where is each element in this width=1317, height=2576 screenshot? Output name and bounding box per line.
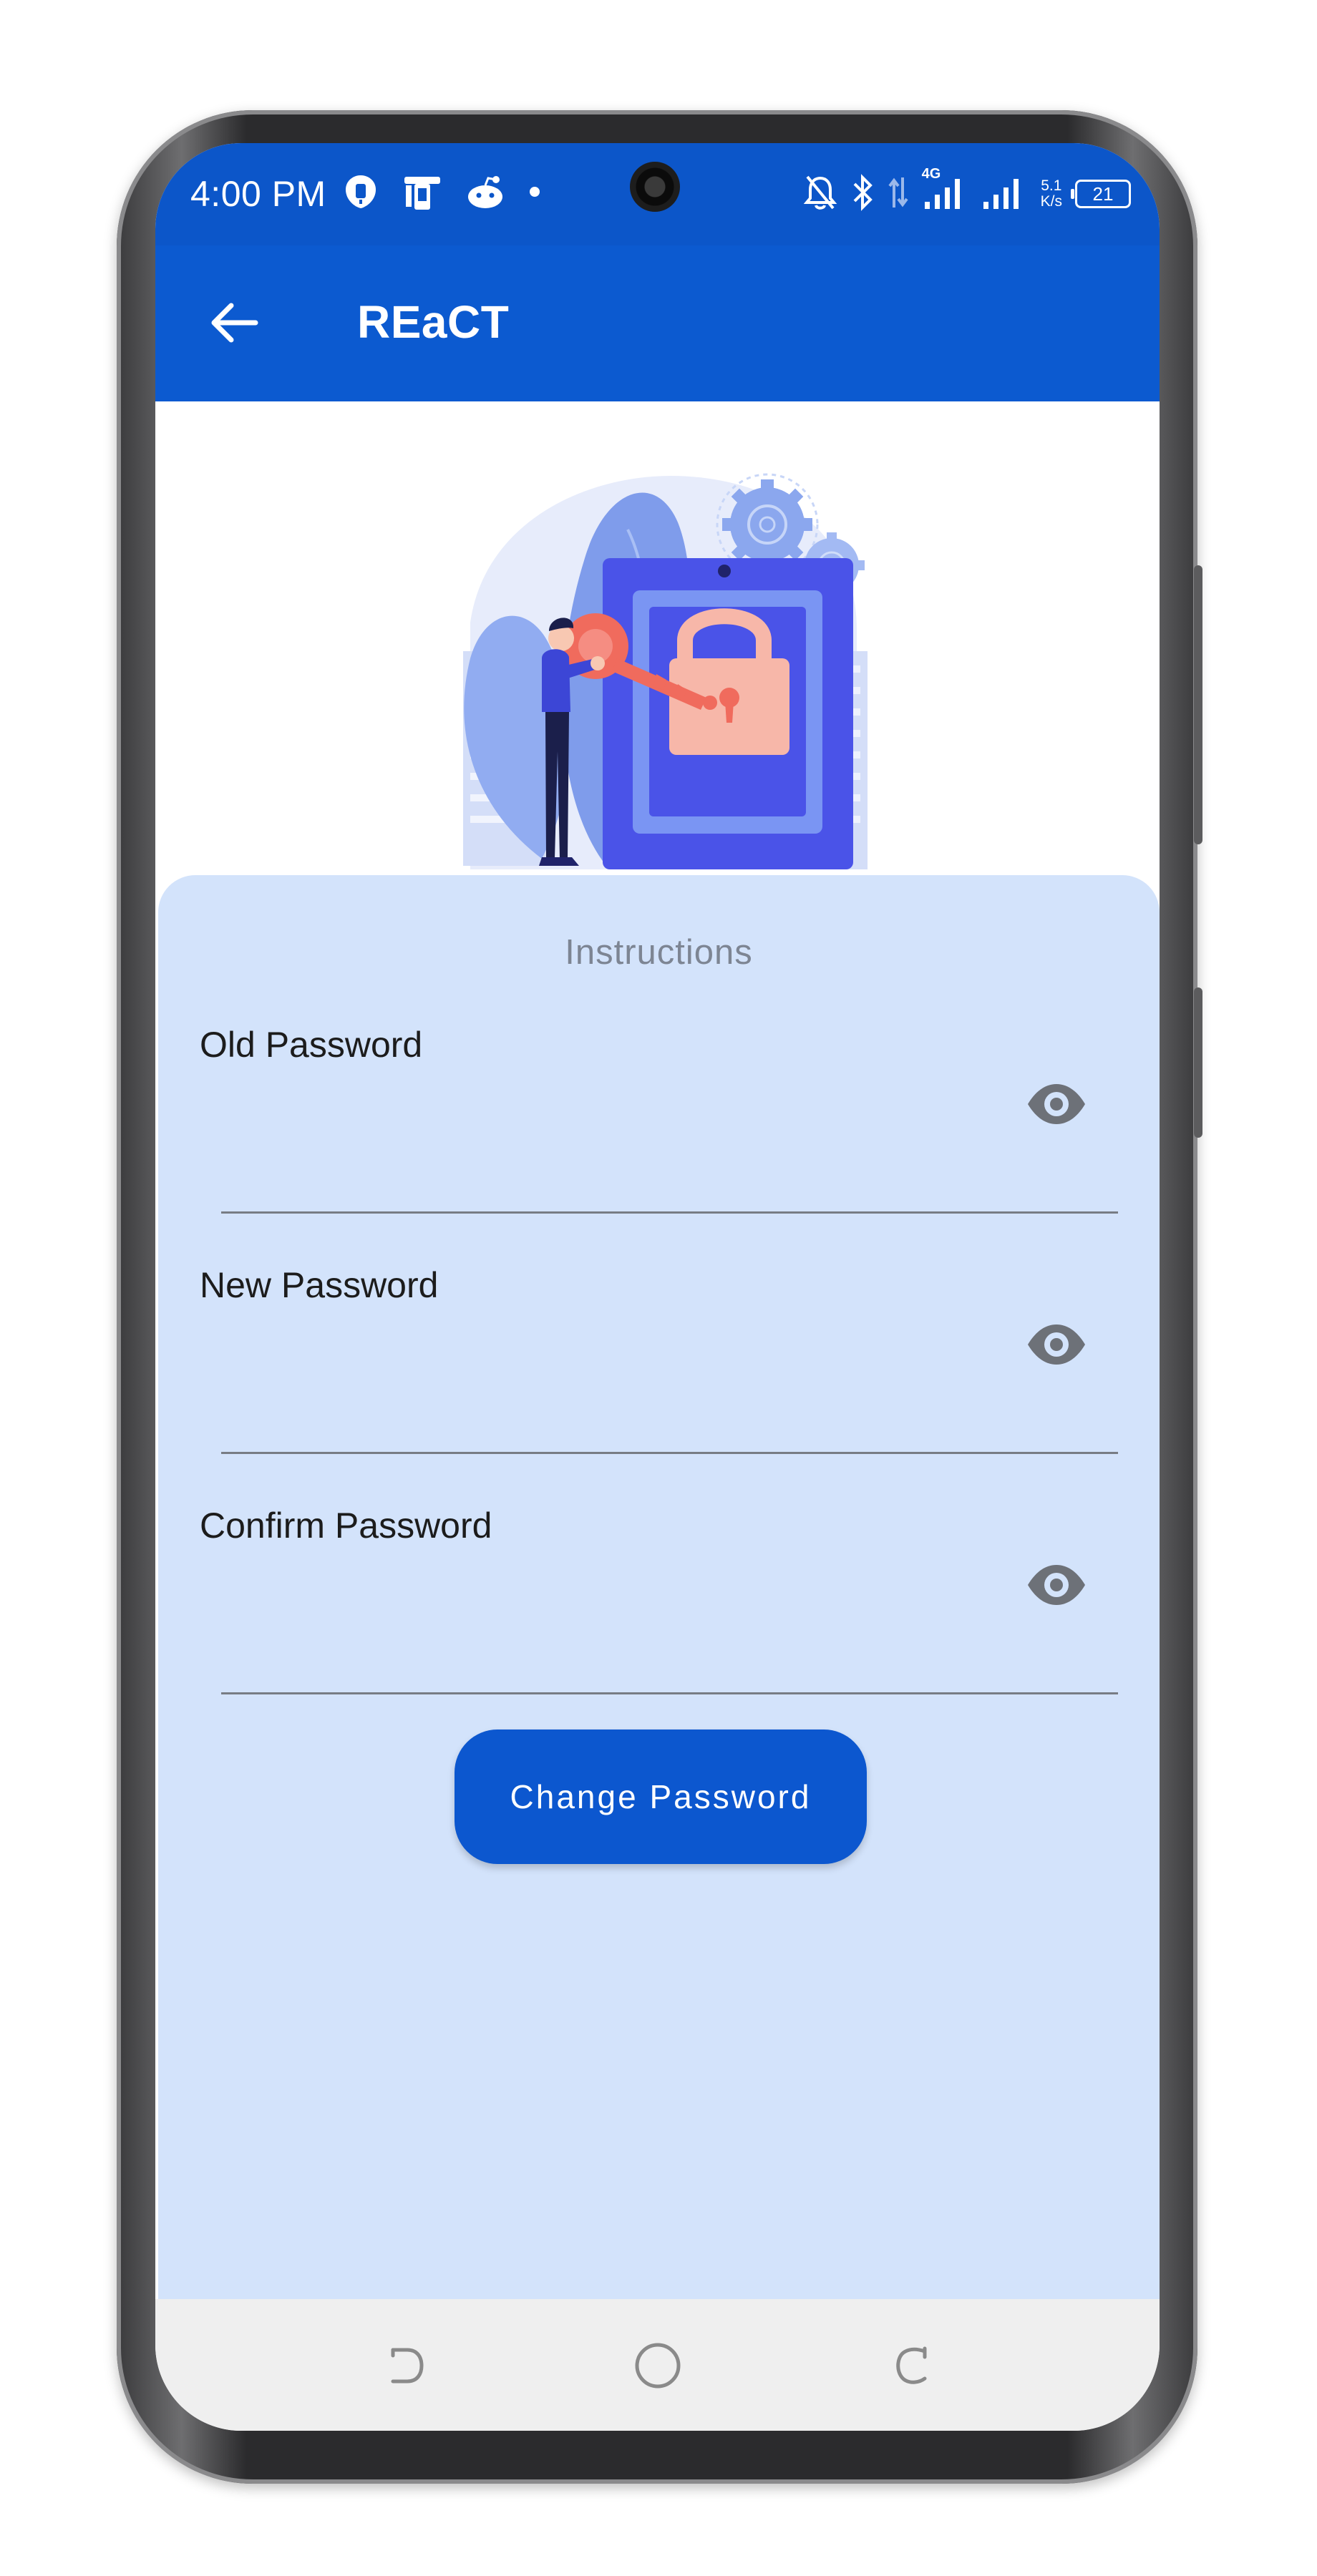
more-dot-icon xyxy=(528,185,542,203)
old-password-underline xyxy=(221,1211,1118,1214)
recents-icon xyxy=(391,2348,424,2384)
security-illustration xyxy=(463,473,868,869)
system-icons: 4G 5.1 K/s 21 xyxy=(803,167,1131,218)
old-password-label: Old Password xyxy=(200,1025,423,1065)
new-password-visibility-toggle[interactable] xyxy=(1021,1309,1092,1380)
front-camera xyxy=(630,162,680,212)
app-bar: REaCT xyxy=(155,245,1160,401)
app-title: REaCT xyxy=(357,296,510,348)
new-password-label: New Password xyxy=(200,1265,439,1305)
back-button[interactable] xyxy=(198,287,270,358)
home-icon xyxy=(635,2343,681,2389)
signal-icon: 4G xyxy=(922,167,968,215)
phone-screen: 4:00 PM 4G 5.1 K/s 21 REaCT Instructions… xyxy=(155,143,1160,2431)
status-time: 4:00 PM xyxy=(190,174,326,214)
navigation-bar xyxy=(155,2299,1160,2431)
speed-value: 5.1 xyxy=(1041,177,1062,194)
eye-icon xyxy=(1028,1565,1085,1605)
device-app-icon xyxy=(402,172,443,215)
volume-button xyxy=(1194,565,1202,844)
speed-unit: K/s xyxy=(1040,193,1062,210)
arrow-left-icon xyxy=(211,303,258,343)
shield-app-icon xyxy=(341,172,380,215)
recents-button[interactable] xyxy=(375,2333,439,2398)
old-password-input[interactable] xyxy=(221,1083,1011,1148)
new-password-underline xyxy=(221,1452,1118,1454)
confirm-password-visibility-toggle[interactable] xyxy=(1021,1549,1092,1621)
change-password-button[interactable]: Change Password xyxy=(455,1729,867,1864)
battery-indicator: 21 xyxy=(1071,180,1131,208)
data-arrows-icon xyxy=(888,173,909,215)
back-nav-button[interactable] xyxy=(878,2333,943,2398)
eye-icon xyxy=(1028,1324,1085,1365)
bell-off-icon xyxy=(803,174,837,215)
bluetooth-icon xyxy=(850,173,875,215)
instructions-label[interactable]: Instructions xyxy=(158,932,1160,972)
notification-icons xyxy=(341,172,542,215)
back-nav-icon xyxy=(896,2346,927,2384)
home-button[interactable] xyxy=(626,2333,690,2398)
power-button xyxy=(1194,987,1202,1138)
status-bar: 4:00 PM 4G 5.1 K/s 21 xyxy=(155,143,1160,245)
reddit-icon xyxy=(465,172,506,215)
confirm-password-label: Confirm Password xyxy=(200,1506,492,1546)
confirm-password-underline xyxy=(221,1692,1118,1694)
change-password-card: Instructions Old Password New Password C… xyxy=(158,875,1160,2301)
signal-icon xyxy=(981,173,1025,215)
network-type: 4G xyxy=(921,165,941,182)
old-password-visibility-toggle[interactable] xyxy=(1021,1068,1092,1140)
eye-icon xyxy=(1028,1084,1085,1124)
network-speed: 5.1 K/s xyxy=(1041,178,1062,210)
new-password-input[interactable] xyxy=(221,1323,1011,1389)
confirm-password-input[interactable] xyxy=(221,1563,1011,1629)
